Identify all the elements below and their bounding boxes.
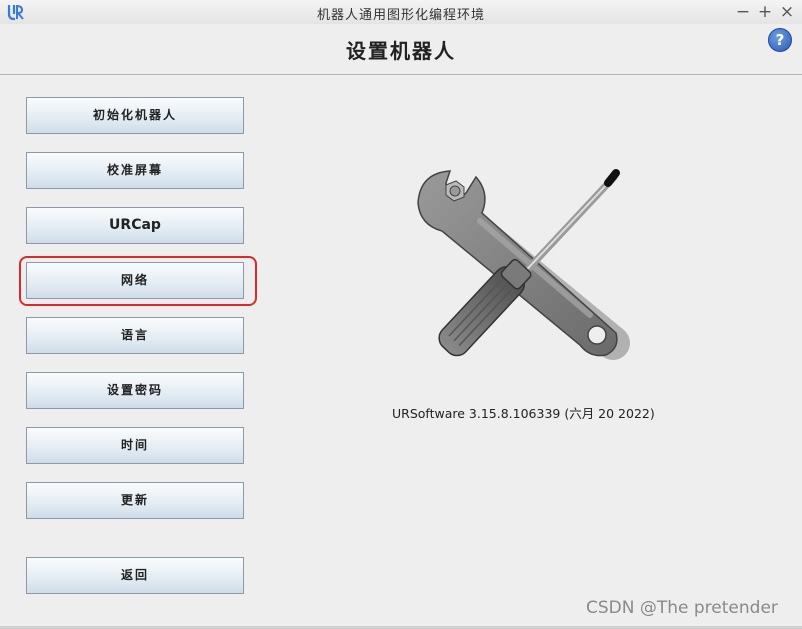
calibrate-screen-button[interactable]: 校准屏幕: [26, 152, 244, 189]
window-titlebar: 机器人通用图形化编程环境 − + ×: [0, 0, 802, 25]
wrench-screwdriver-icon: [417, 169, 630, 360]
page-title: 设置机器人: [346, 39, 456, 63]
close-button[interactable]: ×: [777, 1, 797, 23]
time-button[interactable]: 时间: [26, 427, 244, 464]
init-robot-button[interactable]: 初始化机器人: [26, 97, 244, 134]
network-button[interactable]: 网络: [26, 262, 244, 299]
main-panel: 初始化机器人 校准屏幕 URCap 网络 语言 设置密码 时间 更新 返回 UR…: [0, 75, 802, 626]
set-password-button[interactable]: 设置密码: [26, 372, 244, 409]
maximize-button[interactable]: +: [755, 1, 775, 23]
back-button[interactable]: 返回: [26, 557, 244, 594]
minimize-button[interactable]: −: [733, 1, 753, 23]
window-title: 机器人通用图形化编程环境: [316, 8, 485, 23]
watermark: CSDN @The pretender: [586, 598, 778, 618]
language-button[interactable]: 语言: [26, 317, 244, 354]
page-header: 设置机器人 ?: [0, 24, 802, 75]
update-button[interactable]: 更新: [26, 482, 244, 519]
software-version: URSoftware 3.15.8.106339 (六月 20 2022): [392, 406, 655, 421]
urcap-button[interactable]: URCap: [26, 207, 244, 244]
help-icon[interactable]: ?: [768, 28, 792, 52]
